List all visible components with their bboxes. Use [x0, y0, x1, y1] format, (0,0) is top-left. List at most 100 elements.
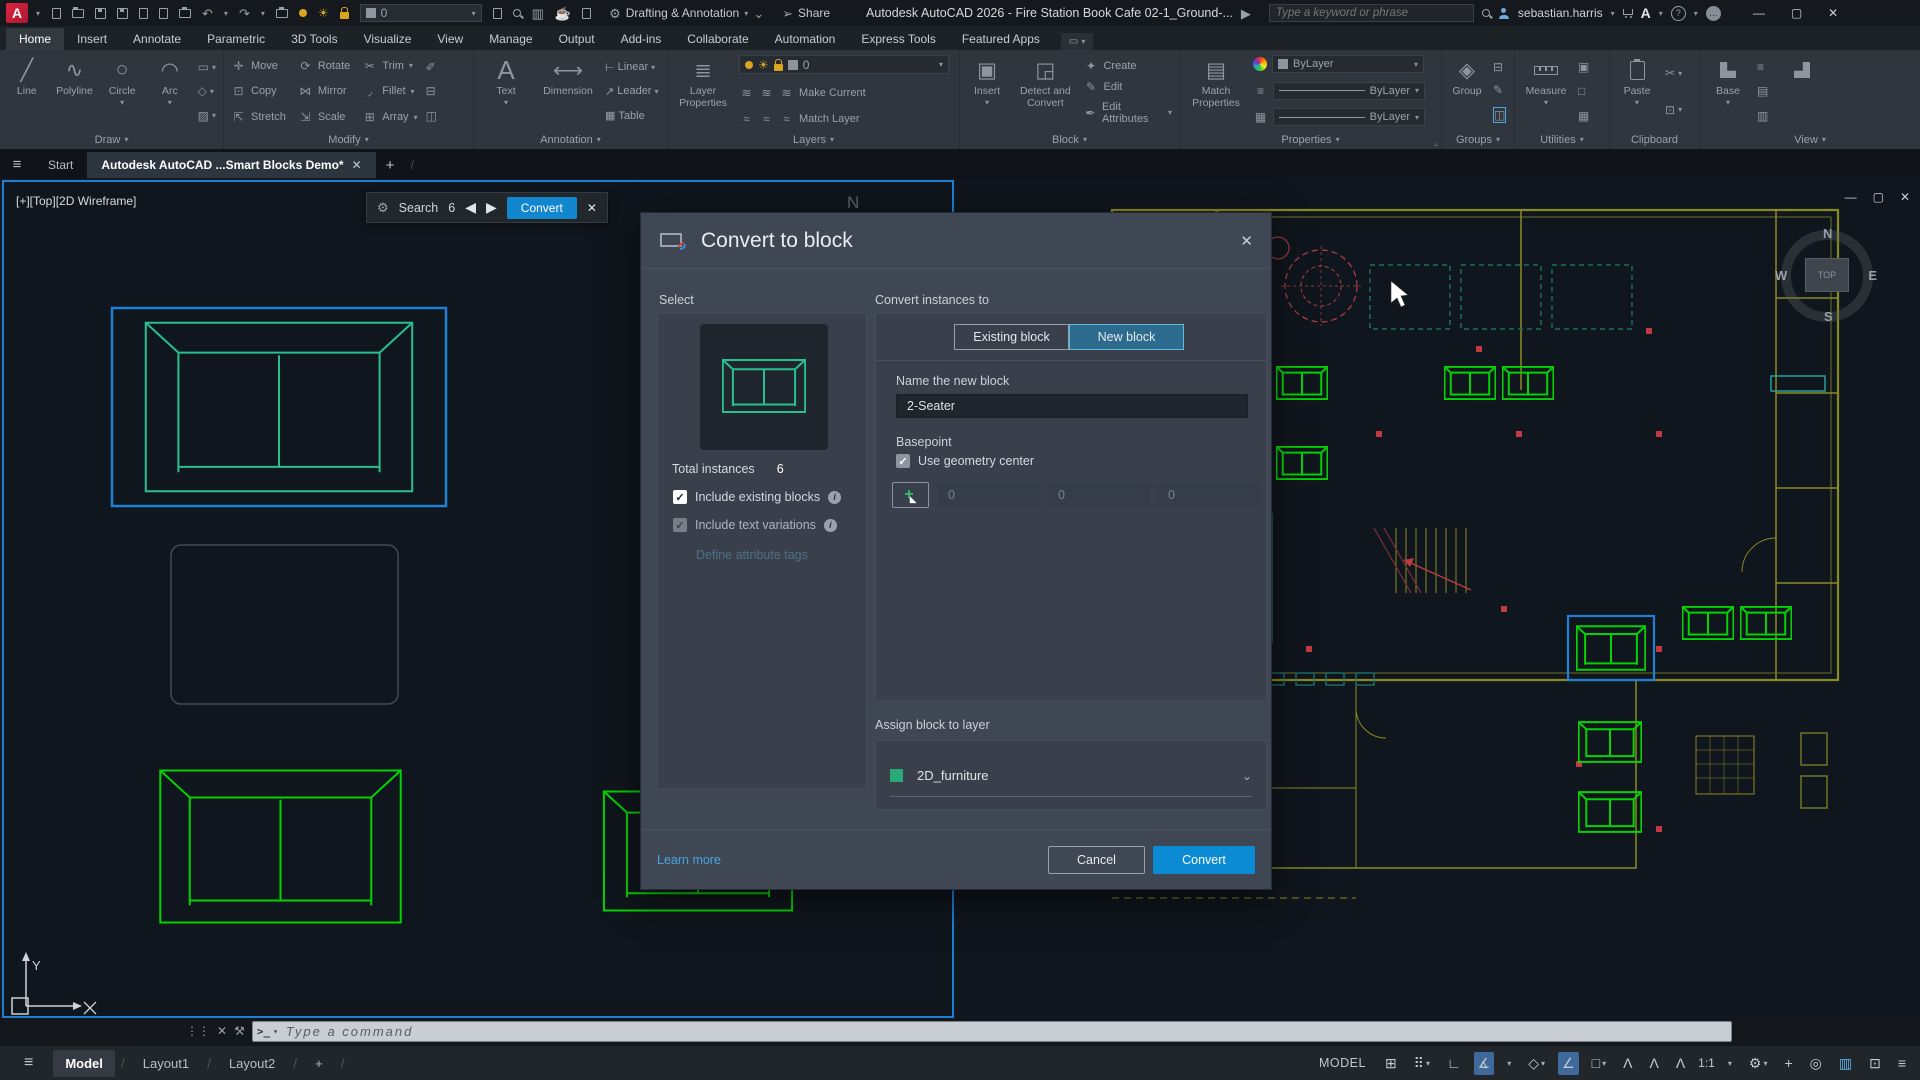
ribbon-tab-collaborate[interactable]: Collaborate: [674, 28, 761, 50]
minimize-button[interactable]: —: [1753, 6, 1765, 20]
search-settings-gear-icon[interactable]: ⚙: [377, 201, 389, 214]
user-caret-icon[interactable]: ▾: [1611, 9, 1615, 18]
linear-button[interactable]: ⊢Linear▾: [605, 61, 659, 74]
otrack-toggle[interactable]: ∠: [1558, 1052, 1579, 1075]
logo-caret-icon[interactable]: ▾: [36, 9, 40, 18]
layout-menu-icon[interactable]: ≡: [10, 1054, 47, 1072]
navbar-toggle-button[interactable]: ▤: [1757, 84, 1768, 98]
ribbon-tab-addins[interactable]: Add-ins: [608, 28, 675, 50]
erase-button[interactable]: ✐: [426, 60, 437, 74]
viewcube-top-face[interactable]: TOP: [1805, 258, 1849, 292]
hatch-button[interactable]: ▨▾: [198, 109, 216, 123]
sheet-set-icon[interactable]: [582, 8, 591, 19]
snap-toggle[interactable]: ⠿▾: [1410, 1052, 1434, 1075]
file-tab-menu-icon[interactable]: ≡: [0, 150, 34, 178]
viewcube-toggle-button[interactable]: ≡: [1757, 60, 1768, 74]
match-properties-button[interactable]: ▤Match Properties: [1187, 53, 1245, 130]
save-icon[interactable]: [95, 8, 106, 19]
line-button[interactable]: ╱Line: [7, 53, 47, 130]
command-customize-icon[interactable]: ⚒: [234, 1024, 245, 1038]
panel-label-groups[interactable]: Groups▾: [1442, 130, 1514, 149]
command-close-icon[interactable]: ✕: [217, 1024, 227, 1038]
stretch-button[interactable]: ⇱Stretch: [231, 110, 286, 124]
dialog-close-icon[interactable]: ✕: [1240, 232, 1253, 250]
next-result-icon[interactable]: ▶: [486, 199, 497, 216]
file-tab-document[interactable]: Autodesk AutoCAD ...Smart Blocks Demo* ✕: [87, 152, 375, 178]
layer-dropdown[interactable]: 2D_furniture ⌄: [890, 755, 1252, 797]
ribbon-tab-output[interactable]: Output: [546, 28, 608, 50]
ribbon-tab-insert[interactable]: Insert: [64, 28, 120, 50]
feedback-icon[interactable]: …: [1706, 6, 1721, 21]
info-icon[interactable]: i: [824, 519, 837, 532]
ribbon-tab-view[interactable]: View: [424, 28, 476, 50]
color-combo[interactable]: ByLayer▾: [1272, 55, 1424, 73]
trim-button[interactable]: ✂Trim▾: [362, 59, 417, 73]
ribbon-tab-express[interactable]: Express Tools: [848, 28, 948, 50]
ribbon-tab-visualize[interactable]: Visualize: [351, 28, 425, 50]
help-caret-icon[interactable]: ▾: [1694, 9, 1698, 18]
ellipse-button[interactable]: ◇▾: [198, 84, 216, 98]
annotation-scale-icon[interactable]: Λ: [1672, 1052, 1689, 1074]
combo-caret-icon[interactable]: ▾: [472, 9, 476, 18]
viewport-controls-label[interactable]: [+][Top][2D Wireframe]: [16, 194, 136, 208]
annotation-scale-value[interactable]: 1:1: [1698, 1056, 1715, 1070]
cut-button[interactable]: ✂▾: [1665, 66, 1682, 80]
new-file-icon[interactable]: [52, 8, 61, 19]
linetype-combo[interactable]: ByLayer▾: [1273, 108, 1425, 126]
grid-toggle[interactable]: ⊞: [1381, 1052, 1401, 1075]
autoscale-toggle[interactable]: Λ: [1645, 1052, 1662, 1074]
panel-launcher-icon[interactable]: ⌟: [1434, 138, 1438, 147]
command-drag-handle[interactable]: ⋮⋮: [186, 1024, 210, 1038]
selected-sofa-block[interactable]: [112, 308, 446, 506]
drawing-restore-icon[interactable]: ▢: [1873, 190, 1884, 204]
panel-label-draw[interactable]: Draw▾: [0, 130, 223, 149]
ribbon-options-button[interactable]: ▭ ▾: [1061, 33, 1093, 50]
base-button[interactable]: Base▾: [1707, 53, 1749, 130]
unselected-rectangle[interactable]: [171, 545, 398, 704]
new-block-button[interactable]: New block: [1069, 324, 1184, 350]
basepoint-z-field[interactable]: 0: [1158, 483, 1260, 507]
quick-calc-button[interactable]: ▦: [1578, 109, 1589, 123]
autocad-logo[interactable]: A: [6, 3, 28, 23]
ribbon-tab-parametric[interactable]: Parametric: [194, 28, 278, 50]
green-furniture[interactable]: [1219, 367, 1792, 832]
autodesk-caret-icon[interactable]: ▾: [1659, 9, 1663, 18]
ribbon-tab-featured[interactable]: Featured Apps: [949, 28, 1053, 50]
info-icon[interactable]: i: [828, 491, 841, 504]
panel-label-clipboard[interactable]: Clipboard: [1610, 130, 1699, 149]
status-menu-icon[interactable]: ≡: [1894, 1052, 1910, 1074]
cancel-button[interactable]: Cancel: [1048, 846, 1145, 874]
panel-label-modify[interactable]: Modify▾: [224, 130, 473, 149]
insert-button[interactable]: ▣Insert▾: [967, 53, 1007, 130]
basepoint-x-field[interactable]: 0: [938, 483, 1040, 507]
offset-button[interactable]: ◫: [426, 109, 437, 123]
layout1-tab[interactable]: Layout1: [131, 1050, 201, 1077]
block-name-input[interactable]: [896, 394, 1248, 418]
scale-button[interactable]: ⇲Scale: [298, 110, 350, 124]
ortho-toggle[interactable]: ∟: [1443, 1052, 1465, 1074]
redo-caret-icon[interactable]: ▾: [261, 9, 265, 18]
move-button[interactable]: ✛Move: [231, 59, 286, 73]
existing-block-button[interactable]: Existing block: [954, 324, 1069, 350]
selected-plan-sofa[interactable]: [1568, 616, 1654, 680]
text-button[interactable]: AText▾: [481, 53, 531, 130]
rectangle-button[interactable]: ▭▾: [198, 60, 216, 74]
new-layout-button[interactable]: +: [303, 1050, 335, 1077]
add-cleanup-icon[interactable]: +: [1780, 1052, 1796, 1074]
layer-on-icon[interactable]: [299, 9, 307, 17]
workspace-caret-icon[interactable]: ▾: [744, 9, 748, 18]
workspace-switcher[interactable]: ⚙ Drafting & Annotation ▾ ⌄: [609, 6, 764, 20]
layer-thaw-icon[interactable]: ☀: [318, 7, 329, 19]
command-input[interactable]: >_▾ Type a command: [252, 1021, 1732, 1042]
undo-caret-icon[interactable]: ▾: [224, 9, 228, 18]
layer-unlock-icon[interactable]: [340, 12, 349, 19]
open-file-icon[interactable]: [72, 9, 84, 18]
detect-convert-button[interactable]: ◲Detect and Convert: [1015, 53, 1075, 130]
make-current-button[interactable]: ≋≋≋Make Current: [739, 86, 949, 100]
close-button[interactable]: ✕: [1828, 6, 1838, 20]
paste-button[interactable]: Paste▾: [1617, 53, 1657, 130]
arc-button[interactable]: ◠Arc▾: [150, 53, 190, 130]
panel-label-annotation[interactable]: Annotation▾: [474, 130, 667, 149]
id-point-button[interactable]: □: [1578, 84, 1589, 98]
compass-w[interactable]: W: [1775, 268, 1787, 283]
